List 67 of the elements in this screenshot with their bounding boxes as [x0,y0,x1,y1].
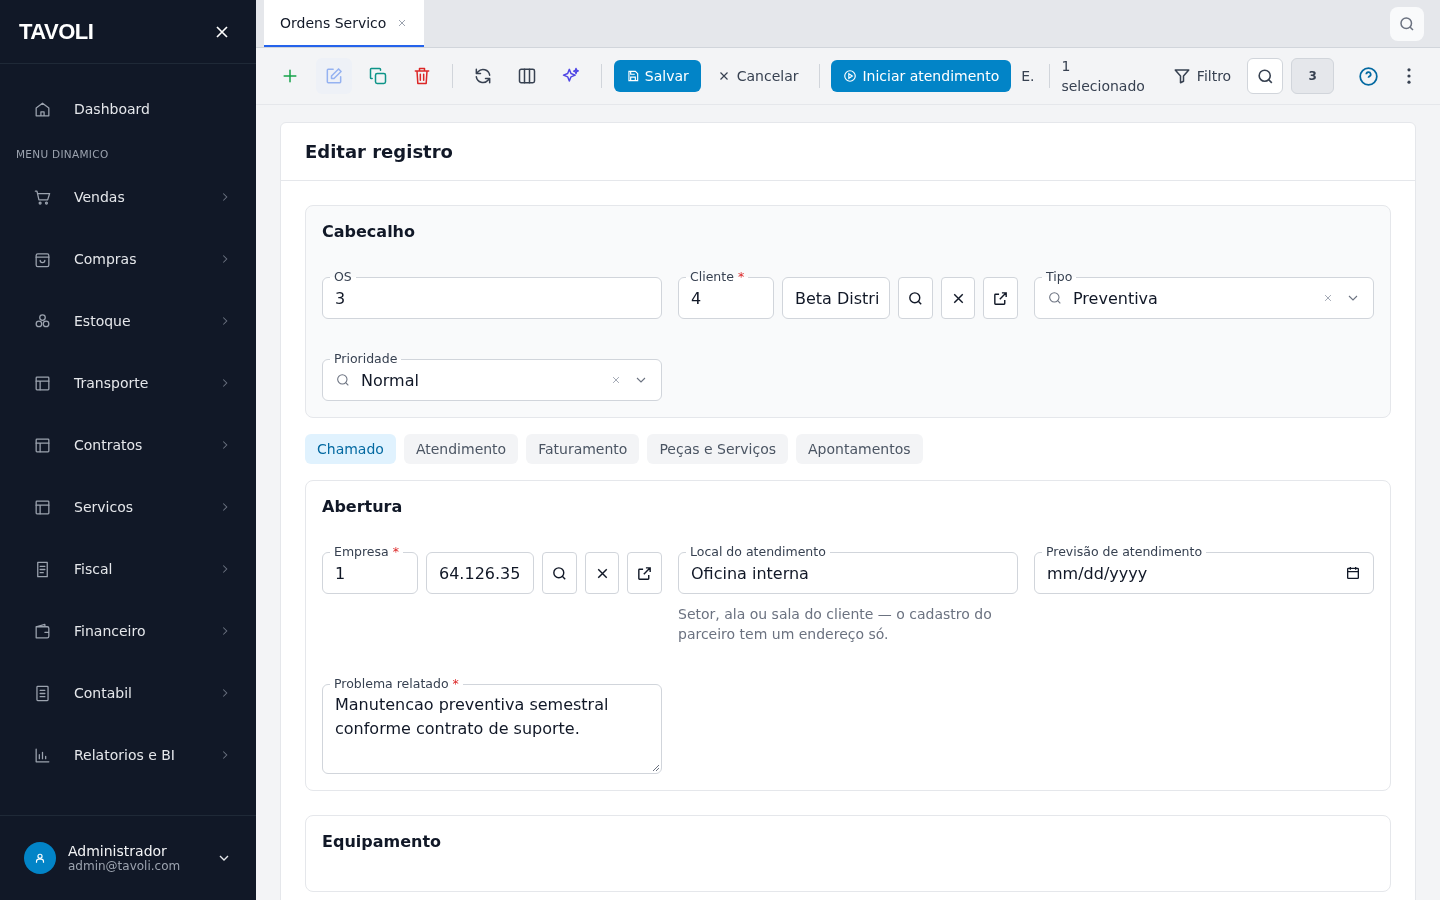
external-link-icon [636,564,654,582]
start-service-button[interactable]: Iniciar atendimento [831,60,1012,92]
calendar-icon[interactable] [1345,565,1361,581]
sidebar-item[interactable]: Relatorios e BI [0,724,256,786]
search-button[interactable] [1390,6,1424,41]
sidebar-item[interactable]: Fiscal [0,538,256,600]
search-icon [551,564,569,582]
cancel-button[interactable]: Cancelar [708,60,807,92]
play-icon [843,69,858,83]
clear-button[interactable] [940,277,976,319]
search-button[interactable] [1247,58,1284,94]
section-title: Cabecalho [322,222,416,241]
logo: TAVOLI [19,18,94,45]
tab[interactable]: Peças e Serviços [647,434,789,464]
sidebar-item[interactable]: Servicos [0,476,256,538]
edit-icon [324,66,344,86]
resize-handle-icon[interactable] [652,764,660,772]
sidebar-item[interactable]: Contratos [0,414,256,476]
name-field[interactable]: Beta Distri [782,277,891,319]
more-actions-button[interactable]: E. [1019,60,1037,92]
filter-button[interactable]: Filtro [1164,60,1240,92]
section-title: Abertura [322,497,404,516]
name-field[interactable]: 64.126.35 [426,552,535,594]
search-button[interactable] [542,552,577,594]
sidebar-item[interactable]: Transporte [0,352,256,414]
search-icon [907,289,925,307]
user-icon [33,851,47,865]
open-link-button[interactable] [627,552,662,594]
sidebar-item[interactable]: Compras [0,228,256,290]
form-title: Editar registro [281,123,1415,181]
doc-icon [33,683,52,703]
search-icon [335,372,351,388]
field-label: Empresa * [330,544,403,560]
tab[interactable]: Chamado [305,434,396,464]
tab[interactable]: Apontamentos [796,434,923,464]
save-button[interactable]: Salvar [613,60,701,92]
selection-count: 1 selecionado [1061,57,1145,96]
help-icon [1357,65,1379,87]
tab[interactable]: Atendimento [403,434,519,464]
sidebar-item[interactable]: Dashboard [0,78,256,140]
search-button[interactable] [898,277,933,319]
sidebar-item[interactable]: Estoque [0,290,256,352]
user-name: Administrador [68,843,168,859]
help-text: Setor, ala ou sala do cliente — o cadastro do parceiro tem um endereço só. [678,605,993,644]
search-icon [1047,290,1063,306]
sidebar-item[interactable]: Contabil [0,662,256,724]
code-field[interactable]: Empresa * 1 [322,544,418,644]
section-title: MENU DINAMICO [15,147,110,162]
sidebar-item[interactable]: Vendas [0,166,256,228]
section-title: Equipamento [322,832,443,851]
tab[interactable]: Faturamento [526,434,640,464]
tab[interactable]: Ordens Servico [264,0,425,47]
sidebar-item[interactable]: Financeiro [0,600,256,662]
trash-icon [412,66,432,86]
user-email: admin@tavoli.com [68,859,182,873]
record-count: 3 [1291,58,1334,94]
clear-button[interactable] [584,552,620,594]
kebab-menu-icon [1407,68,1411,84]
open-link-button[interactable] [983,277,1018,319]
filter-icon [1172,67,1191,85]
search-icon [1398,14,1416,33]
columns-icon [516,66,537,86]
field-label: Tipo [1042,269,1077,285]
wallet-icon [33,621,52,641]
copy-icon [368,66,388,86]
search-icon [1255,66,1275,86]
external-link-icon [992,289,1010,307]
